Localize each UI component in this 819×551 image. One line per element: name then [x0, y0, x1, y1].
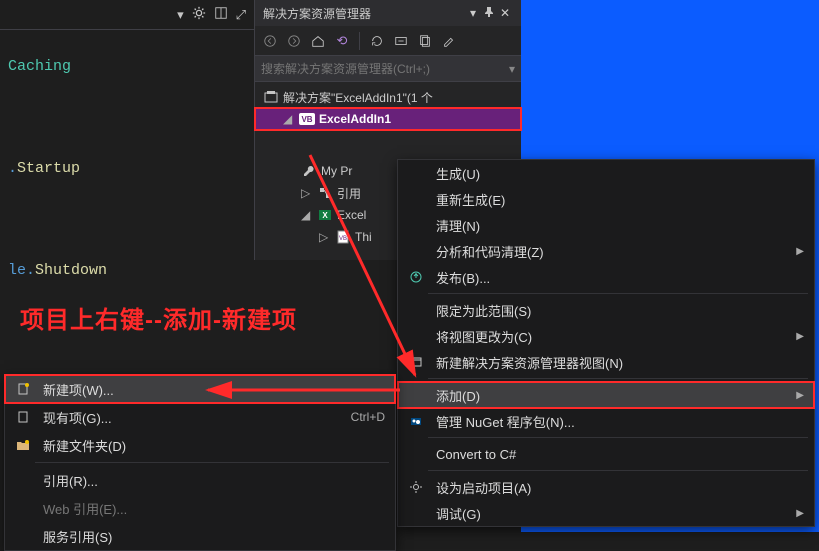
submenu-new-folder[interactable]: 新建文件夹(D) [5, 431, 395, 459]
chevron-right-icon: ▶ [796, 390, 804, 401]
add-submenu: 新建项(W)... 现有项(G)... Ctrl+D 新建文件夹(D) 引用(R… [4, 374, 396, 551]
existing-item-icon [11, 410, 35, 424]
menu-new-se-view[interactable]: 新建解决方案资源管理器视图(N) [398, 349, 814, 375]
pin-icon[interactable] [481, 6, 497, 20]
dropdown-icon[interactable]: ▾ [177, 7, 184, 23]
this-label: Thi [355, 230, 372, 244]
menu-publish[interactable]: 发布(B)... [398, 264, 814, 290]
references-label: 引用 [337, 185, 361, 202]
new-item-icon [11, 382, 35, 396]
forward-icon[interactable] [285, 32, 303, 50]
submenu-reference[interactable]: 引用(R)... [5, 466, 395, 494]
chevron-right-icon: ▷ [301, 186, 313, 200]
menu-scope[interactable]: 限定为此范围(S) [398, 297, 814, 323]
project-node[interactable]: ◢ VB ExcelAddIn1 [255, 108, 521, 130]
project-label: ExcelAddIn1 [319, 112, 391, 126]
refresh-icon[interactable] [368, 32, 386, 50]
properties-icon[interactable] [440, 32, 458, 50]
code-line-3: le.Shutdown [8, 262, 107, 279]
publish-icon [404, 270, 428, 284]
menu-startup[interactable]: 设为启动项目(A) [398, 474, 814, 500]
this-node[interactable]: ▷ VB Thi [255, 226, 398, 248]
chevron-right-icon: ▶ [796, 331, 804, 342]
panel-title: 解决方案资源管理器 [263, 5, 371, 22]
search-input[interactable] [261, 62, 509, 76]
code-line-2: .Startup [8, 160, 80, 177]
menu-nuget[interactable]: 管理 NuGet 程序包(N)... [398, 408, 814, 434]
show-all-icon[interactable] [416, 32, 434, 50]
solution-icon [263, 89, 279, 105]
back-icon[interactable] [261, 32, 279, 50]
expand-icon[interactable]: ⤢ [236, 7, 246, 23]
panel-menu-icon[interactable]: ▾ [465, 6, 481, 20]
submenu-existing-item[interactable]: 现有项(G)... Ctrl+D [5, 403, 395, 431]
annotation-text: 项目上右键--添加-新建项 [20, 300, 297, 335]
solution-explorer-titlebar: 解决方案资源管理器 ▾ ✕ [255, 0, 521, 26]
collapse-icon[interactable] [392, 32, 410, 50]
menu-convert-csharp[interactable]: Convert to C# [398, 441, 814, 467]
project-context-menu: 生成(U) 重新生成(E) 清理(N) 分析和代码清理(Z)▶ 发布(B)...… [397, 159, 815, 527]
menu-rebuild[interactable]: 重新生成(E) [398, 186, 814, 212]
menu-change-view[interactable]: 将视图更改为(C)▶ [398, 323, 814, 349]
gear-icon[interactable] [192, 6, 206, 23]
solution-explorer-toolbar: ⟲ [255, 26, 521, 56]
svg-text:VB: VB [301, 115, 312, 124]
my-project-node[interactable]: My Pr [255, 160, 398, 182]
shortcut-text: Ctrl+D [351, 410, 385, 424]
excel-label: Excel [337, 208, 366, 222]
gear-icon [404, 480, 428, 494]
my-project-label: My Pr [321, 164, 352, 178]
submenu-service-reference[interactable]: 服务引用(S) [5, 522, 395, 550]
chevron-right-icon: ▶ [796, 246, 804, 257]
menu-debug[interactable]: 调试(G)▶ [398, 500, 814, 526]
chevron-right-icon: ▶ [796, 508, 804, 519]
vb-project-icon: VB [299, 111, 315, 127]
svg-text:VB: VB [339, 236, 347, 242]
references-icon [317, 185, 333, 201]
wrench-icon [301, 163, 317, 179]
split-icon[interactable] [214, 6, 228, 23]
solution-node[interactable]: 解决方案"ExcelAddIn1"(1 个 [255, 86, 521, 108]
chevron-down-icon: ◢ [301, 208, 313, 222]
nuget-icon [404, 414, 428, 428]
chevron-down-icon: ◢ [283, 112, 295, 126]
code-line-1: Caching [8, 58, 71, 75]
references-node[interactable]: ▷ 引用 [255, 182, 398, 204]
new-folder-icon [11, 438, 35, 452]
submenu-new-item[interactable]: 新建项(W)... [5, 375, 395, 403]
menu-clean[interactable]: 清理(N) [398, 212, 814, 238]
vb-file-icon: VB [335, 229, 351, 245]
close-icon[interactable]: ✕ [497, 6, 513, 20]
solution-tree: 解决方案"ExcelAddIn1"(1 个 ◢ VB ExcelAddIn1 [255, 82, 521, 134]
solution-label: 解决方案"ExcelAddIn1"(1 个 [283, 89, 433, 106]
excel-icon: X [317, 207, 333, 223]
menu-add[interactable]: 添加(D)▶ [398, 382, 814, 408]
chevron-right-icon: ▷ [319, 230, 331, 244]
home-icon[interactable] [309, 32, 327, 50]
submenu-web-reference[interactable]: Web 引用(E)... [5, 494, 395, 522]
sync-icon[interactable]: ⟲ [333, 32, 351, 50]
tree-children: My Pr ▷ 引用 ◢ X Excel ▷ VB Thi [254, 160, 398, 260]
solution-explorer-panel: 解决方案资源管理器 ▾ ✕ ⟲ ▾ 解决方案"ExcelAddIn1"(1 个 … [254, 0, 521, 160]
svg-text:X: X [322, 211, 328, 220]
menu-analyze[interactable]: 分析和代码清理(Z)▶ [398, 238, 814, 264]
excel-node[interactable]: ◢ X Excel [255, 204, 398, 226]
menu-build[interactable]: 生成(U) [398, 160, 814, 186]
solution-explorer-search[interactable]: ▾ [255, 56, 521, 82]
editor-toolbar: ▾ ⤢ [0, 0, 254, 30]
new-window-icon [404, 355, 428, 369]
